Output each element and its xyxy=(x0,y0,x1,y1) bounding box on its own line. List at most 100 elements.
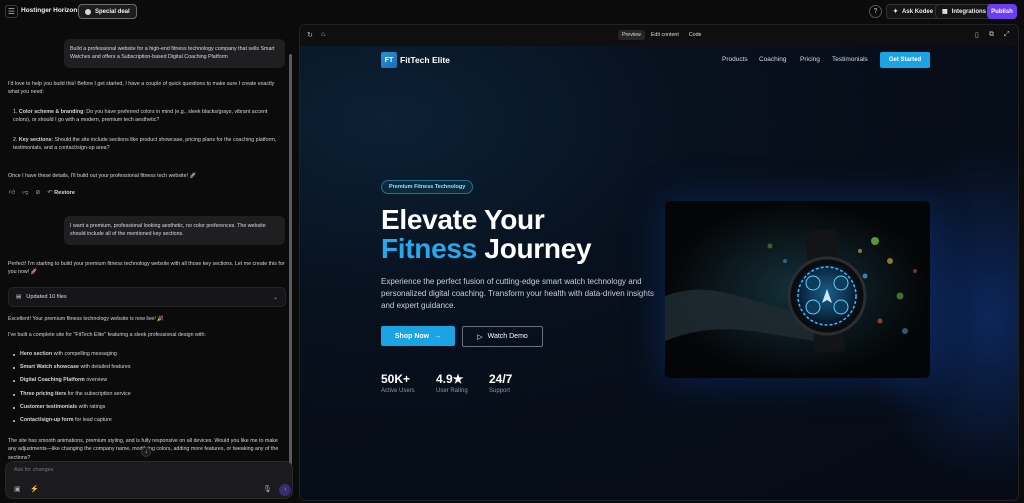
scroll-down-button[interactable]: ↓ xyxy=(141,447,151,457)
stat-label: Support xyxy=(489,388,511,394)
hero-title-line1: Elevate Your xyxy=(381,204,545,235)
bullet-icon xyxy=(13,406,15,409)
message-actions: 👍︎ 👎︎ ⊘ ↶ Restore xyxy=(9,188,75,197)
special-deal-label: Special deal xyxy=(95,8,130,15)
feature-description: with detailed features xyxy=(78,364,131,371)
preview-tabs: Preview Edit content Code xyxy=(618,30,706,40)
ask-kodee-button[interactable]: ✦ Ask Kodee xyxy=(886,4,941,19)
image-icon[interactable]: ▣ xyxy=(14,485,21,493)
smartwatch-illustration xyxy=(665,201,930,378)
grid-icon: ▦ xyxy=(942,9,948,15)
nav-coaching[interactable]: Coaching xyxy=(759,56,786,63)
assistant-message: I'd love to help you build this! Before … xyxy=(8,81,275,96)
nav-testimonials[interactable]: Testimonials xyxy=(832,56,868,63)
assistant-message: Once I have these details, I'll build ou… xyxy=(8,173,197,179)
feature-item: Digital Coaching Platform overview xyxy=(20,376,280,384)
site-name[interactable]: FitTech Elite xyxy=(400,55,450,65)
brand-name: Hostinger Horizons xyxy=(21,7,81,14)
question-title: Color scheme & branding xyxy=(18,109,84,115)
hamburger-icon[interactable]: ☰ xyxy=(5,5,18,18)
feature-title: Three pricing tiers xyxy=(20,390,67,397)
updated-files-toggle[interactable]: ▤ Updated 10 files ⌄ xyxy=(8,287,286,307)
preview-panel: ↻ ⌂ Preview Edit content Code ▯ ⧉ ⤢ FT F… xyxy=(299,24,1019,501)
ask-kodee-label: Ask Kodee xyxy=(902,8,934,15)
feature-title: Smart Watch showcase xyxy=(20,364,79,371)
restore-label: Restore xyxy=(54,189,75,196)
top-bar: ☰ Hostinger Horizons Special deal ? ✦ As… xyxy=(0,0,1024,24)
feature-item: Customer testimonials with ratings xyxy=(20,403,280,411)
tab-preview[interactable]: Preview xyxy=(618,30,645,40)
send-button[interactable]: ↑ xyxy=(279,484,291,496)
question-item: 1. Color scheme & branding: Do you have … xyxy=(13,109,268,124)
bullet-icon xyxy=(13,354,15,356)
copy-icon[interactable]: ⊘ xyxy=(35,189,40,196)
smartwatch-hero-image xyxy=(665,201,930,378)
microphone-icon[interactable]: 🎙︎ xyxy=(263,485,272,493)
watch-demo-button[interactable]: ▷ Watch Demo xyxy=(462,326,543,347)
shop-now-button[interactable]: Shop Now → xyxy=(381,326,455,346)
stat-value: 24/7 xyxy=(489,372,513,386)
mobile-icon[interactable]: ▯ xyxy=(975,31,979,39)
stat-label: Active Users xyxy=(381,388,415,394)
tab-edit-content[interactable]: Edit content xyxy=(647,30,683,40)
question-icon[interactable]: ? xyxy=(869,5,882,18)
home-icon[interactable]: ⌂ xyxy=(321,31,325,38)
integrations-label: Integrations xyxy=(951,8,987,15)
scrollbar-thumb[interactable] xyxy=(289,54,292,476)
chat-input[interactable] xyxy=(14,467,214,473)
hero-badge: Premium Fitness Technology xyxy=(381,180,474,194)
thumbs-up-icon[interactable]: 👍︎ xyxy=(9,188,15,196)
special-deal-button[interactable]: Special deal xyxy=(78,4,137,19)
stat-value: 50K+ xyxy=(381,372,411,386)
stat-value: 4.9★ xyxy=(436,372,464,386)
question-title: Key sections xyxy=(18,137,52,143)
assistant-message: I've built a complete site for "FitTech … xyxy=(8,332,206,338)
external-link-icon[interactable]: ⧉ xyxy=(989,31,994,39)
user-message: Build a professional website for a high-… xyxy=(64,39,285,68)
chat-scrollbar[interactable] xyxy=(289,54,292,494)
refresh-icon[interactable]: ↻ xyxy=(307,31,313,39)
feature-description: with compelling messaging xyxy=(52,351,117,357)
hero-title-accent: Fitness xyxy=(381,233,477,264)
website-preview: FT FitTech Elite Products Coaching Prici… xyxy=(300,46,1018,500)
feature-description: overview xyxy=(84,377,108,384)
publish-button[interactable]: Publish xyxy=(987,4,1017,19)
chat-input-box: ▣ ⚡ 🎙︎ ↑ xyxy=(5,461,293,499)
get-started-button[interactable]: Get Started xyxy=(880,52,930,68)
feature-description: for the subscription service xyxy=(66,390,131,397)
nav-pricing[interactable]: Pricing xyxy=(800,56,820,63)
feature-title: Digital Coaching Platform xyxy=(20,377,85,384)
watch-demo-label: Watch Demo xyxy=(487,333,528,340)
feature-description: for lead capture xyxy=(73,417,112,423)
site-logo[interactable]: FT xyxy=(381,52,397,68)
question-body: : Should the site include sections like … xyxy=(13,137,277,152)
play-icon: ▷ xyxy=(477,333,483,341)
deal-icon xyxy=(85,8,91,15)
hero-description: Experience the perfect fusion of cutting… xyxy=(381,277,655,310)
preview-toolbar: ↻ ⌂ Preview Edit content Code ▯ ⧉ ⤢ xyxy=(300,25,1018,46)
restore-button[interactable]: ↶ Restore xyxy=(47,189,75,196)
stat-label: User Rating xyxy=(436,388,468,394)
bullet-icon xyxy=(13,393,15,396)
feature-title: Hero section xyxy=(20,351,53,357)
magic-wand-icon[interactable]: ⚡ xyxy=(30,485,39,493)
integrations-button[interactable]: ▦ Integrations xyxy=(935,4,994,19)
feature-title: Contact/sign-up form xyxy=(20,417,74,423)
hero-title-line2: Fitness Journey xyxy=(381,233,592,264)
bullet-icon xyxy=(13,420,15,422)
bullet-icon xyxy=(13,367,15,370)
user-message: I want a premium, professional looking a… xyxy=(64,216,285,245)
fullscreen-icon[interactable]: ⤢ xyxy=(1004,31,1010,39)
feature-item: Three pricing tiers for the subscription… xyxy=(20,390,280,398)
hero-title-rest: Journey xyxy=(476,233,592,264)
shop-now-label: Shop Now xyxy=(394,332,430,340)
feature-item: Contact/sign-up form for lead capture xyxy=(20,416,280,424)
file-icon: ▤ xyxy=(16,294,22,300)
feature-title: Customer testimonials xyxy=(20,403,78,410)
feature-item: Hero section with compelling messaging xyxy=(20,350,280,358)
nav-products[interactable]: Products xyxy=(722,56,748,63)
bullet-icon xyxy=(13,380,15,383)
chevron-down-icon: ⌄ xyxy=(272,294,278,301)
thumbs-down-icon[interactable]: 👎︎ xyxy=(22,188,28,196)
tab-code[interactable]: Code xyxy=(685,30,706,40)
